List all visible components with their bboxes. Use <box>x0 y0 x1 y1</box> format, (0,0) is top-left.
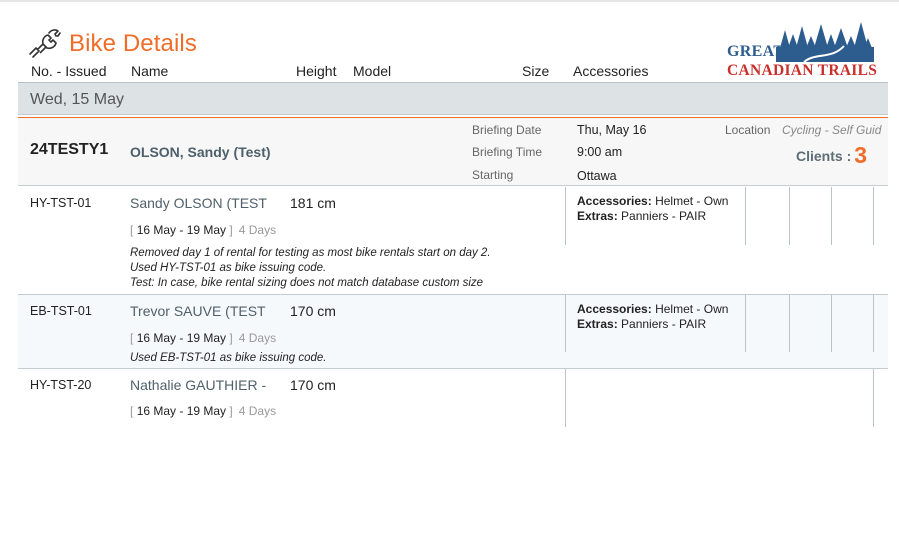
rental-dates-open-bracket: [ <box>130 404 134 418</box>
accessories-cell: Accessories: Helmet - Own Extras: Pannie… <box>577 194 728 224</box>
column-header-accessories: Accessories <box>573 63 649 79</box>
rental-dates-open-bracket: [ <box>130 223 134 237</box>
cell-divider <box>565 295 566 352</box>
cell-divider <box>565 369 566 427</box>
booking-code: 24TESTY1 <box>30 141 109 158</box>
table-row: EB-TST-01 Trevor SAUVE (TEST 170 cm [ 16… <box>18 295 888 369</box>
extras-value: Panniers - PAIR <box>621 317 707 331</box>
clients-number: 3 <box>854 142 868 168</box>
rental-note-line: Used EB-TST-01 as bike issuing code. <box>130 352 327 364</box>
location-value: Cycling - Self Guid <box>782 123 882 137</box>
cell-divider <box>873 369 874 427</box>
date-band: Wed, 15 May <box>18 83 888 115</box>
briefing-time-value: 9:00 am <box>577 145 623 159</box>
rental-days: 4 Days <box>238 404 277 418</box>
rental-note-line: Removed day 1 of rental for testing as m… <box>130 247 491 259</box>
bike-repair-icon <box>29 29 61 58</box>
rental-dates-range: 16 May - 19 May <box>136 223 227 237</box>
cell-divider <box>789 295 790 352</box>
logo-text-great: GREAT <box>727 43 785 60</box>
accessories-label: Accessories: <box>577 194 652 208</box>
briefing-date-value: Thu, May 16 <box>577 123 647 137</box>
cell-divider <box>873 187 874 245</box>
rental-dates-close-bracket: ] <box>229 331 233 345</box>
accessories-value: Helmet - Own <box>655 194 729 208</box>
rental-note-line: Used HY-TST-01 as bike issuing code. <box>130 262 327 274</box>
rental-dates-range: 16 May - 19 May <box>136 331 227 345</box>
cell-divider <box>745 295 746 352</box>
location-label: Location <box>725 123 771 137</box>
client-name: Sandy OLSON (TEST <box>130 195 267 211</box>
column-header-name: Name <box>131 63 169 79</box>
cell-divider <box>789 187 790 245</box>
booking-summary: 24TESTY1 OLSON, Sandy (Test) Briefing Da… <box>18 117 888 186</box>
rental-days: 4 Days <box>238 223 277 237</box>
extras-value: Panniers - PAIR <box>621 209 707 223</box>
top-rule <box>0 0 899 2</box>
cell-divider <box>831 295 832 352</box>
table-row: HY-TST-01 Sandy OLSON (TEST 181 cm [ 16 … <box>18 187 888 295</box>
client-height: 181 cm <box>290 195 336 211</box>
column-header-size: Size <box>522 63 550 79</box>
client-height: 170 cm <box>290 377 336 393</box>
client-name: Trevor SAUVE (TEST <box>130 303 266 319</box>
rental-days: 4 Days <box>238 331 277 345</box>
briefing-time-label: Briefing Time <box>472 145 543 159</box>
extras-label: Extras: <box>577 317 618 331</box>
date-band-label: Wed, 15 May <box>30 91 124 108</box>
cell-divider <box>873 295 874 352</box>
accessories-cell: Accessories: Helmet - Own Extras: Pannie… <box>577 302 728 332</box>
cell-divider <box>831 187 832 245</box>
bike-code: HY-TST-01 <box>30 196 92 210</box>
clients-count: Clients :3 <box>796 142 867 169</box>
rental-dates-close-bracket: ] <box>229 404 233 418</box>
table-row: HY-TST-20 Nathalie GAUTHIER - 170 cm [ 1… <box>18 369 888 427</box>
rental-dates: [ 16 May - 19 May ] 4 Days <box>130 223 276 237</box>
bike-code: EB-TST-01 <box>30 304 92 318</box>
rental-dates-open-bracket: [ <box>130 331 134 345</box>
starting-label: Starting <box>472 168 514 182</box>
column-header-height: Height <box>296 63 337 79</box>
booking-name: OLSON, Sandy (Test) <box>130 144 271 160</box>
cell-divider <box>565 187 566 245</box>
rental-notes: Removed day 1 of rental for testing as m… <box>130 246 491 291</box>
company-logo: GREAT CANADIAN TRAILS <box>724 18 878 80</box>
briefing-date-label: Briefing Date <box>472 123 542 137</box>
clients-label: Clients : <box>796 148 852 164</box>
rental-notes: Used EB-TST-01 as bike issuing code. <box>130 351 326 366</box>
column-header-model: Model <box>353 63 392 79</box>
rental-dates-range: 16 May - 19 May <box>136 404 227 418</box>
column-header-no-issued: No. - Issued <box>31 63 107 79</box>
bike-code: HY-TST-20 <box>30 378 92 392</box>
pine-trees-icon <box>776 22 874 63</box>
accessories-label: Accessories: <box>577 302 652 316</box>
rental-dates: [ 16 May - 19 May ] 4 Days <box>130 404 276 418</box>
page-title: Bike Details <box>69 30 197 57</box>
client-name: Nathalie GAUTHIER - <box>130 377 267 393</box>
rental-note-line: Test: In case, bike rental sizing does n… <box>130 277 484 289</box>
logo-text-trails: CANADIAN TRAILS <box>727 62 878 79</box>
cell-divider <box>745 187 746 245</box>
rental-dates: [ 16 May - 19 May ] 4 Days <box>130 331 276 345</box>
rental-dates-close-bracket: ] <box>229 223 233 237</box>
starting-value: Ottawa <box>577 169 617 183</box>
accessories-value: Helmet - Own <box>655 302 729 316</box>
extras-label: Extras: <box>577 209 618 223</box>
client-height: 170 cm <box>290 303 336 319</box>
